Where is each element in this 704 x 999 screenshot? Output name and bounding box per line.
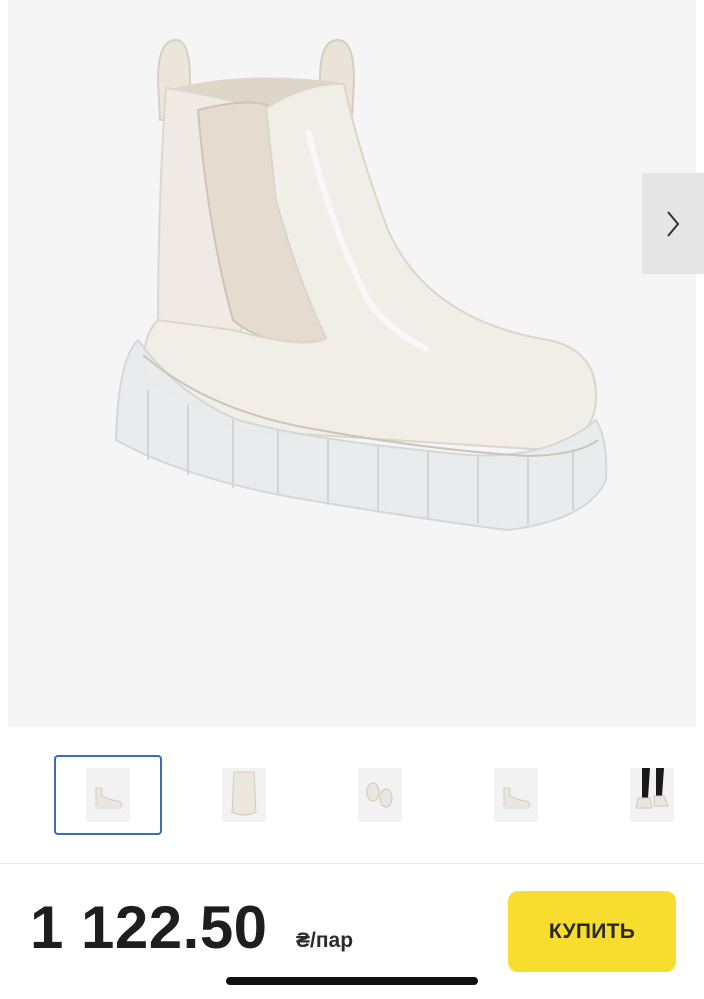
thumbnail-4[interactable] xyxy=(462,755,570,835)
thumbnail-2[interactable] xyxy=(190,755,298,835)
thumbnail-boots-worn-image xyxy=(630,768,674,822)
thumbnail-boot-side-image xyxy=(86,768,130,822)
product-main-image[interactable] xyxy=(8,0,696,727)
thumbnail-boot-back-image xyxy=(222,768,266,822)
price-unit: ₴/пар xyxy=(296,929,354,952)
home-indicator[interactable] xyxy=(226,977,478,985)
buy-button[interactable]: КУПИТЬ xyxy=(508,891,676,972)
thumbnail-5[interactable] xyxy=(598,755,704,835)
thumbnail-boots-pair-image xyxy=(358,768,402,822)
thumbnail-1[interactable] xyxy=(54,755,162,835)
product-price: 1 122.50 xyxy=(30,894,268,961)
thumbnail-boot-side-image-2 xyxy=(494,768,538,822)
thumbnail-3[interactable] xyxy=(326,755,434,835)
thumbnail-strip xyxy=(0,752,704,838)
next-image-button[interactable] xyxy=(642,173,704,274)
product-gallery[interactable] xyxy=(8,0,696,727)
chevron-right-icon xyxy=(667,210,680,237)
